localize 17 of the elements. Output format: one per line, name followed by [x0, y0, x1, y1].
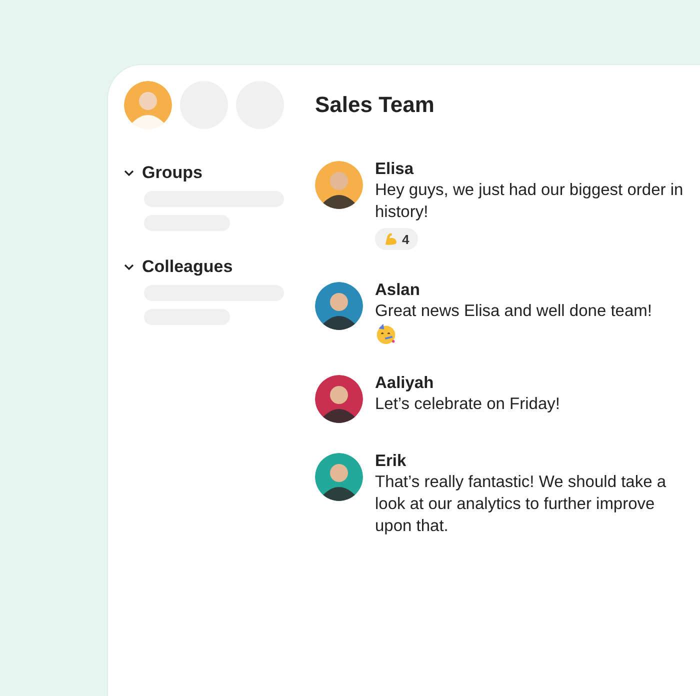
chevron-icon	[124, 170, 134, 176]
message-text: That’s really fantastic! We should take a look at our analytics to further improve upon that.	[375, 472, 668, 537]
chat-title: Sales Team	[315, 91, 436, 119]
reaction-chip[interactable]: 4	[375, 228, 418, 250]
sender-name: Elisa	[375, 159, 415, 179]
message-text: Hey guys, we just had our biggest order in history!	[375, 180, 684, 223]
sender-name: Erik	[375, 451, 408, 471]
section-toggle[interactable]: Groups	[124, 163, 202, 183]
message-text: Let’s celebrate on Friday!	[375, 394, 561, 415]
flexed-arm-icon	[383, 231, 399, 247]
avatar[interactable]	[124, 81, 172, 129]
reaction-count: 4	[402, 232, 410, 246]
section-toggle[interactable]: Colleagues	[124, 257, 233, 277]
sender-name: Aslan	[375, 280, 421, 300]
chevron-icon	[124, 264, 134, 270]
sender-name: Aaliyah	[375, 373, 435, 393]
message-text: Great news Elisa and well done team!	[375, 301, 653, 322]
